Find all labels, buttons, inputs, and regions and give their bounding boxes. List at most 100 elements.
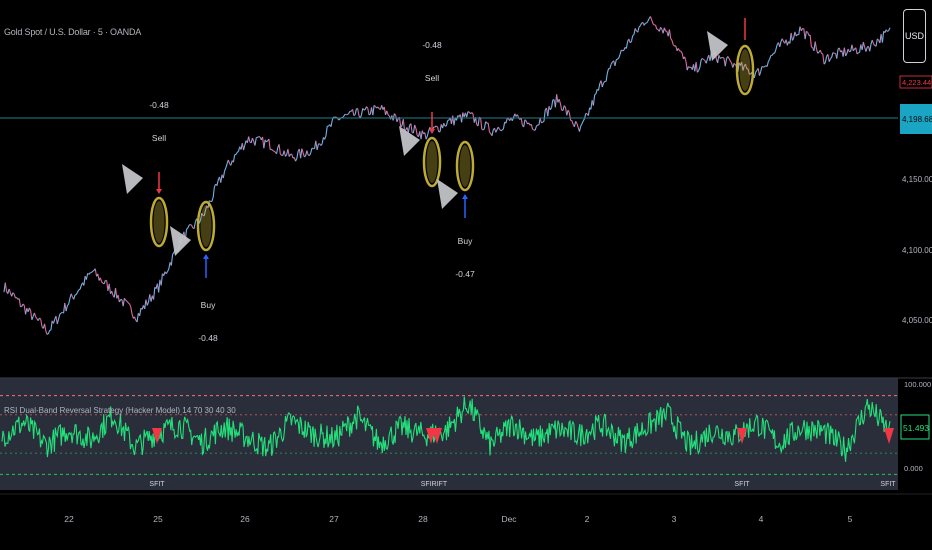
price-segment xyxy=(821,52,824,55)
price-segment xyxy=(70,293,73,298)
trade-highlight-fill xyxy=(200,205,212,247)
price-segment xyxy=(809,34,812,48)
price-segment xyxy=(587,107,591,116)
price-segment xyxy=(230,160,233,166)
pointer-arrow xyxy=(437,179,458,209)
price-segment xyxy=(268,139,271,150)
price-segment xyxy=(606,68,610,74)
price-segment xyxy=(501,128,504,131)
price-segment xyxy=(829,56,833,60)
time-axis-label: 28 xyxy=(418,514,428,524)
price-segment xyxy=(22,303,25,306)
price-segment xyxy=(563,105,566,108)
price-segment xyxy=(581,120,584,124)
price-segment xyxy=(134,316,137,321)
price-segment xyxy=(434,125,437,128)
currency-button[interactable]: USD xyxy=(903,9,926,63)
price-segment xyxy=(633,28,636,35)
price-segment xyxy=(832,52,835,54)
price-segment xyxy=(257,136,260,138)
price-segment xyxy=(639,23,643,26)
trade-action-label: Buy xyxy=(201,300,216,310)
price-segment xyxy=(306,150,309,156)
price-segment xyxy=(99,277,103,282)
price-segment xyxy=(684,56,687,62)
price-segment xyxy=(703,59,706,62)
price-segment xyxy=(410,123,413,133)
price-segment xyxy=(236,150,239,153)
price-segment xyxy=(869,44,872,52)
price-segment xyxy=(775,44,778,50)
indicator-title[interactable]: RSI Dual-Band Reversal Strategy (Hacker … xyxy=(4,406,236,415)
price-segment xyxy=(781,38,785,42)
price-segment xyxy=(117,294,120,303)
price-segment xyxy=(127,302,130,305)
price-segment xyxy=(578,125,582,132)
price-segment xyxy=(445,120,449,126)
price-segment xyxy=(760,66,763,72)
price-segment xyxy=(211,197,214,202)
trade-highlight-fill xyxy=(153,201,165,243)
price-segment xyxy=(453,117,456,126)
price-segment xyxy=(225,163,228,169)
price-segment xyxy=(65,305,68,312)
price-segment xyxy=(94,268,98,277)
price-segment xyxy=(92,269,95,272)
price-segment xyxy=(539,118,542,124)
price-segment xyxy=(363,108,366,111)
price-segment xyxy=(851,44,854,51)
price-segment xyxy=(663,27,667,32)
price-segment xyxy=(35,316,38,319)
price-segment xyxy=(347,112,350,116)
price-segment xyxy=(502,121,506,130)
price-segment xyxy=(407,125,411,133)
price-segment xyxy=(582,118,586,122)
price-segment xyxy=(296,151,299,159)
price-segment xyxy=(634,28,637,32)
price-segment xyxy=(85,273,89,280)
price-segment xyxy=(398,117,402,128)
price-tick-label: 4,150.000 xyxy=(902,175,932,184)
price-segment xyxy=(520,117,523,126)
price-segment xyxy=(338,118,341,121)
price-segment xyxy=(308,152,312,156)
price-segment xyxy=(647,18,650,22)
rsi-top-tick: 100.000 xyxy=(904,380,931,389)
price-segment xyxy=(73,294,76,300)
price-segment xyxy=(30,310,33,320)
price-segment xyxy=(91,270,94,273)
price-segment xyxy=(654,24,658,30)
price-segment xyxy=(680,50,683,54)
price-segment xyxy=(618,54,621,59)
price-segment xyxy=(4,282,8,292)
price-tick-label: 4,100.000 xyxy=(902,246,932,255)
price-segment xyxy=(651,19,654,24)
price-segment xyxy=(387,114,390,117)
price-segment xyxy=(592,94,596,106)
price-segment xyxy=(806,30,808,33)
price-segment xyxy=(153,287,156,300)
price-segment xyxy=(562,105,565,111)
price-segment xyxy=(461,112,464,123)
price-segment xyxy=(18,298,22,307)
price-segment xyxy=(705,58,709,64)
price-segment xyxy=(729,60,733,64)
price-segment xyxy=(638,25,641,28)
price-segment xyxy=(295,158,298,162)
last-price-label: 4,198.685 xyxy=(902,115,932,124)
price-segment xyxy=(677,48,681,52)
price-segment xyxy=(377,106,380,109)
price-segment xyxy=(278,144,281,154)
price-segment xyxy=(836,49,839,59)
price-segment xyxy=(248,136,251,143)
price-segment xyxy=(88,272,91,275)
price-segment xyxy=(330,119,333,127)
price-segment xyxy=(40,319,43,327)
price-segment xyxy=(425,135,428,140)
price-segment xyxy=(671,40,674,45)
price-segment xyxy=(366,106,369,109)
price-segment xyxy=(695,61,698,73)
price-segment xyxy=(774,49,777,54)
chart-canvas: 4,223.440 4,198.685 4,150.000 4,100.000 4,05… xyxy=(0,16,932,524)
price-segment xyxy=(549,107,553,111)
